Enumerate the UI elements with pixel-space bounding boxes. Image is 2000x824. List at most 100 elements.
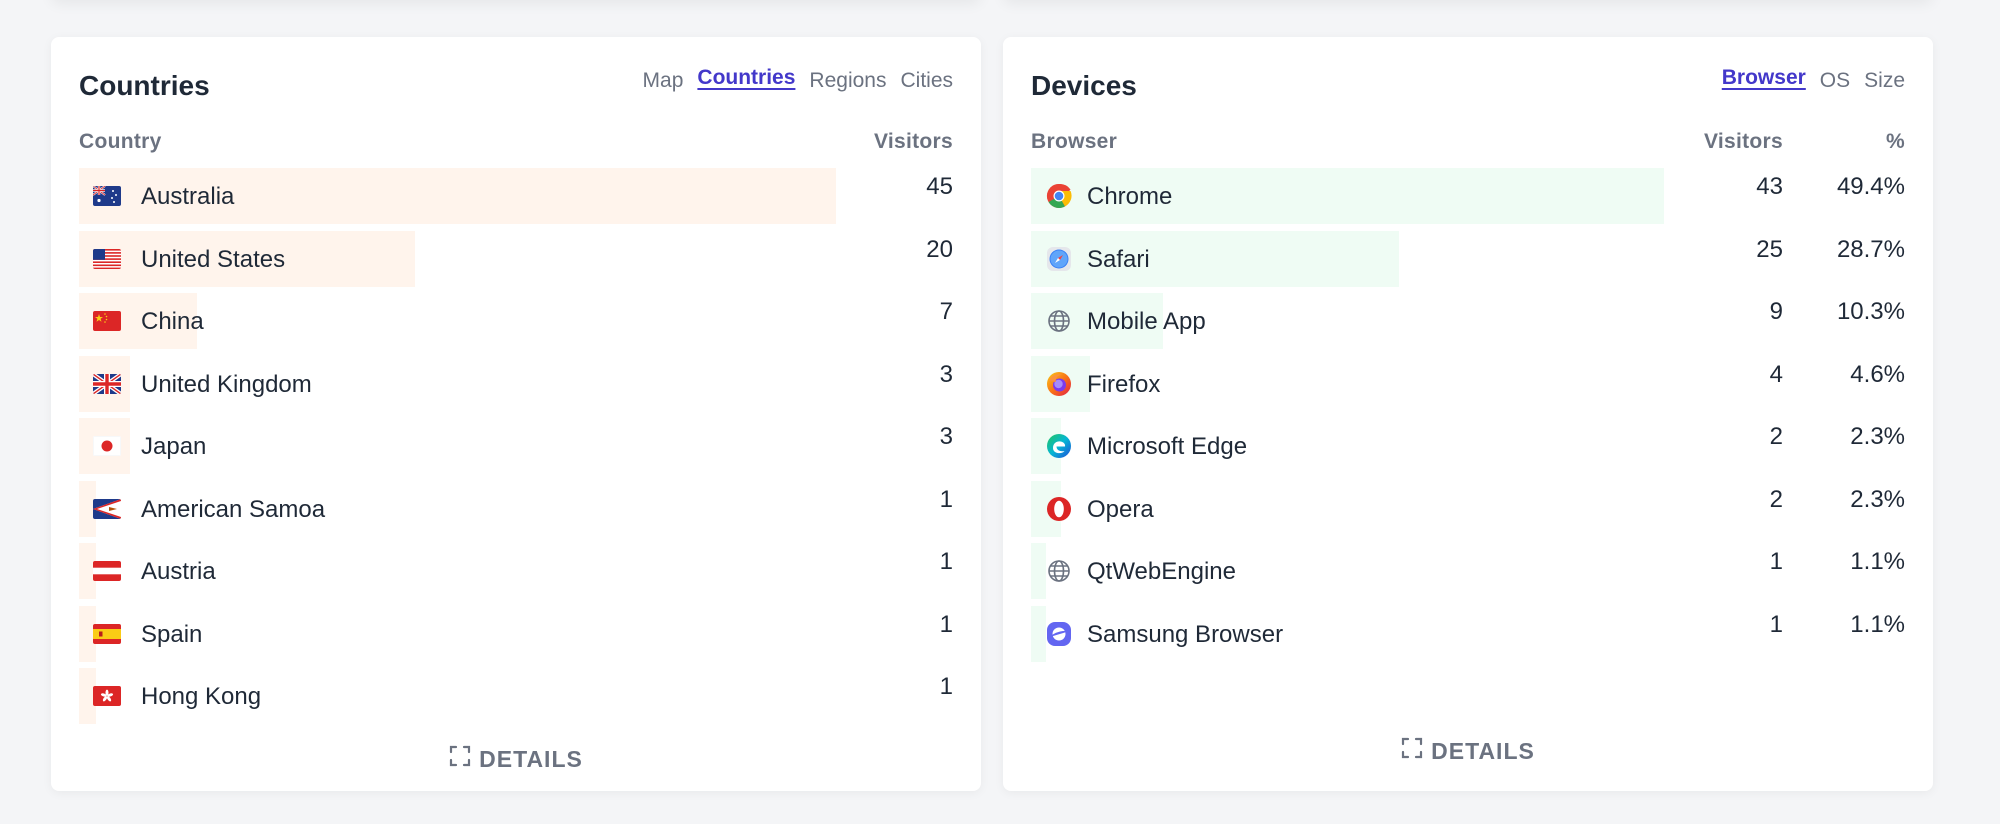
safari-icon	[1045, 246, 1073, 272]
browser-name: Microsoft Edge	[1087, 433, 1248, 460]
browser-row[interactable]: Firefox 4 4.6%	[1031, 355, 1905, 412]
browser-name: QtWebEngine	[1087, 558, 1236, 585]
country-row[interactable]: Hong Kong 1	[79, 668, 953, 724]
cn-flag-icon	[93, 308, 121, 334]
jp-flag-icon	[93, 433, 121, 459]
browser-column-header: Browser	[1031, 130, 1118, 153]
tab-os[interactable]: OS	[1820, 69, 1850, 93]
browser-visitors-percent: 28.7%	[1836, 235, 1905, 263]
countries-visitors-column-header: Visitors	[873, 130, 953, 153]
country-row[interactable]: Japan 3	[79, 418, 953, 474]
us-flag-icon	[93, 246, 121, 272]
country-name: Australia	[141, 183, 235, 210]
au-flag-icon	[93, 183, 121, 209]
country-row[interactable]: China 7	[79, 293, 953, 349]
browser-row[interactable]: Mobile App 9 10.3%	[1031, 293, 1905, 349]
tab-browser[interactable]: Browser	[1722, 66, 1806, 90]
tab-cities[interactable]: Cities	[900, 69, 953, 93]
browser-row[interactable]: Safari 25 28.7%	[1031, 230, 1905, 287]
browser-visitors-count: 1	[1769, 610, 1783, 638]
country-name: Spain	[141, 620, 203, 648]
devices-visitors-column-header: Visitors	[1703, 130, 1783, 153]
browser-visitors-percent: 4.6%	[1850, 360, 1905, 388]
countries-details-button[interactable]: DETAILS	[51, 745, 981, 773]
es-flag-icon	[93, 621, 121, 647]
country-visitors-count: 20	[926, 235, 953, 263]
browser-visitors-percent: 1.1%	[1850, 548, 1905, 575]
browser-visitors-percent: 1.1%	[1850, 610, 1905, 638]
gb-flag-icon	[93, 371, 121, 397]
browser-visitors-count: 43	[1756, 173, 1783, 200]
country-row[interactable]: Australia 45	[79, 168, 953, 224]
devices-card-title: Devices	[1031, 70, 1137, 101]
country-name: China	[141, 308, 204, 335]
tab-map[interactable]: Map	[643, 69, 684, 93]
country-visitors-count: 3	[939, 360, 953, 388]
opera-icon	[1045, 496, 1073, 522]
browser-name: Mobile App	[1087, 308, 1206, 335]
country-row[interactable]: Austria 1	[79, 543, 953, 599]
country-visitors-count: 1	[939, 485, 953, 513]
country-row[interactable]: United Kingdom 3	[79, 355, 953, 412]
country-name: American Samoa	[141, 495, 326, 523]
browser-visitors-percent: 10.3%	[1836, 298, 1905, 325]
browser-row[interactable]: Chrome 43 49.4%	[1031, 168, 1905, 224]
browser-row[interactable]: Opera 2 2.3%	[1031, 480, 1905, 537]
expand-icon	[449, 745, 471, 773]
browser-name: Opera	[1087, 495, 1154, 523]
country-visitors-count: 7	[939, 298, 953, 325]
browser-name: Firefox	[1087, 370, 1161, 398]
details-label: DETAILS	[1431, 737, 1535, 764]
country-name: Japan	[141, 433, 207, 460]
countries-tabs: Map Countries Regions Cities	[643, 66, 953, 93]
chrome-icon	[1045, 183, 1073, 209]
country-row[interactable]: Spain 1	[79, 605, 953, 662]
browser-visitors-percent: 2.3%	[1850, 423, 1905, 450]
globe-icon	[1045, 558, 1073, 584]
country-visitors-count: 1	[939, 548, 953, 575]
country-name: United Kingdom	[141, 370, 312, 398]
browser-visitors-percent: 49.4%	[1836, 173, 1905, 200]
firefox-icon	[1045, 371, 1073, 397]
browser-visitors-count: 9	[1769, 298, 1783, 325]
devices-tabs: Browser OS Size	[1722, 66, 1905, 93]
country-name: Hong Kong	[141, 683, 262, 710]
browser-visitors-bar	[1031, 543, 1046, 599]
country-row[interactable]: American Samoa 1	[79, 480, 953, 537]
browser-name: Chrome	[1087, 183, 1173, 210]
tab-size[interactable]: Size	[1864, 69, 1905, 93]
devices-details-button[interactable]: DETAILS	[1003, 737, 1933, 765]
samsung-browser-icon	[1045, 621, 1073, 647]
country-name: Austria	[141, 558, 216, 585]
edge-icon	[1045, 433, 1073, 459]
browser-row[interactable]: QtWebEngine 1 1.1%	[1031, 543, 1905, 599]
tab-regions[interactable]: Regions	[809, 69, 886, 93]
countries-card: Countries Map Countries Regions Cities Coun…	[51, 37, 981, 791]
percent-column-header: %	[1886, 130, 1905, 153]
browser-name: Samsung Browser	[1087, 620, 1284, 648]
countries-card-title: Countries	[79, 70, 210, 101]
browser-visitors-count: 2	[1769, 423, 1783, 450]
browser-visitors-count: 1	[1769, 548, 1783, 575]
country-name: United States	[141, 245, 286, 273]
at-flag-icon	[93, 558, 121, 584]
browser-name: Safari	[1087, 245, 1150, 273]
browser-visitors-bar	[1031, 605, 1046, 662]
browser-visitors-count: 25	[1756, 235, 1783, 263]
tab-countries[interactable]: Countries	[697, 66, 795, 90]
expand-icon	[1401, 737, 1423, 765]
browser-row[interactable]: Samsung Browser 1 1.1%	[1031, 605, 1905, 662]
browser-row[interactable]: Microsoft Edge 2 2.3%	[1031, 418, 1905, 474]
country-row[interactable]: United States 20	[79, 230, 953, 287]
devices-card: Devices Browser OS Size Browser Visitors %…	[1003, 37, 1933, 791]
country-column-header: Country	[79, 130, 162, 153]
hk-flag-icon	[93, 683, 121, 709]
country-visitors-count: 3	[939, 423, 953, 450]
globe-icon	[1045, 308, 1073, 334]
browser-visitors-count: 2	[1769, 485, 1783, 513]
browser-visitors-count: 4	[1769, 360, 1783, 388]
country-visitors-count: 1	[939, 610, 953, 638]
details-label: DETAILS	[479, 745, 583, 772]
as-flag-icon	[93, 496, 121, 522]
browser-visitors-percent: 2.3%	[1850, 485, 1905, 513]
